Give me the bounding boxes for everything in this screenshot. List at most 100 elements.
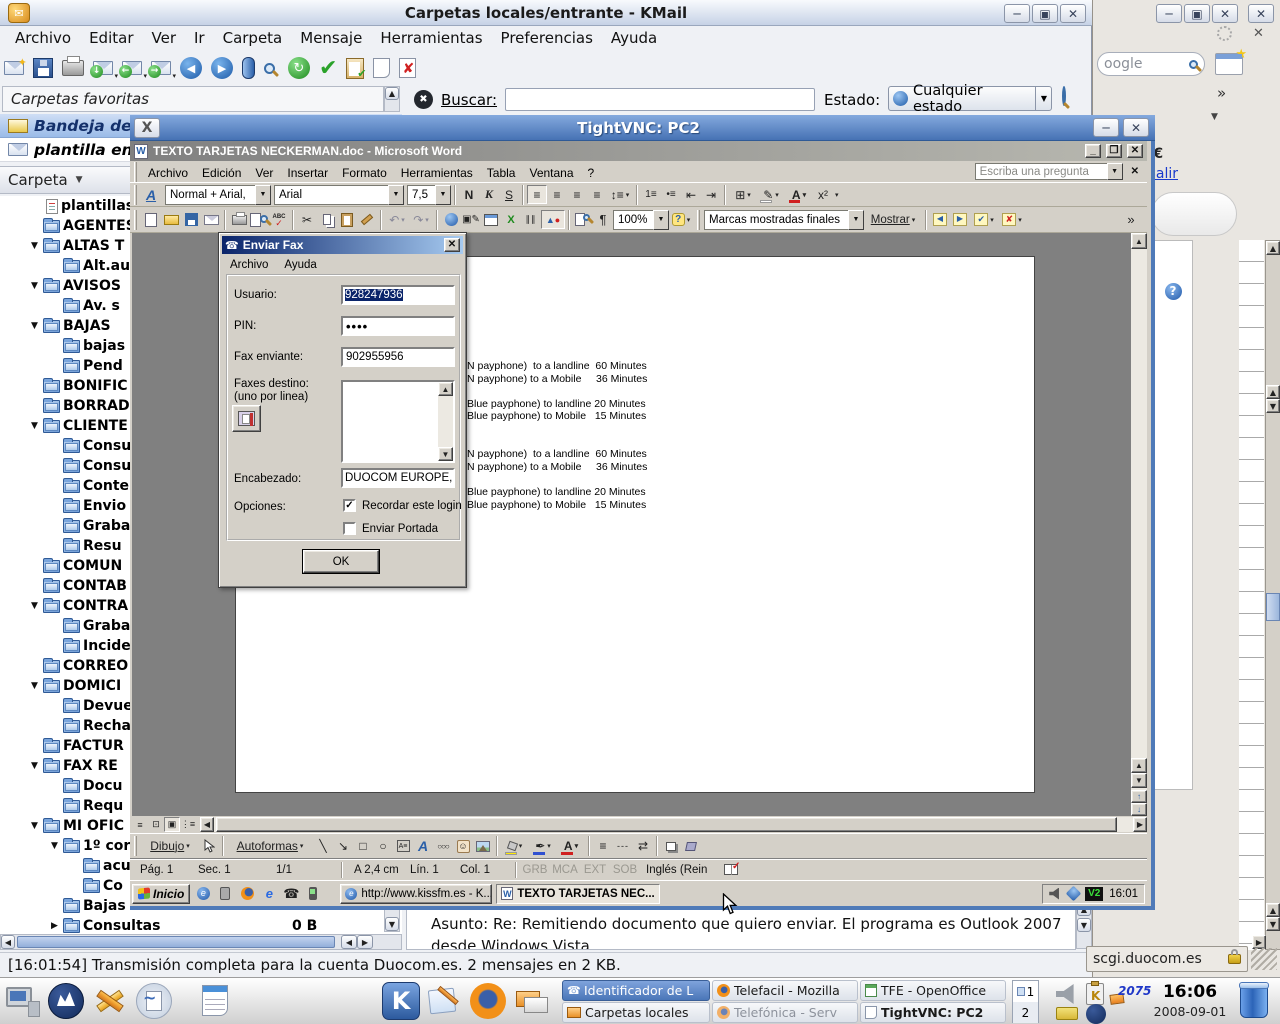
increase-indent-icon[interactable]: ⇥ (701, 185, 721, 204)
ask-question-box[interactable]: Escriba una pregunta▼ (975, 163, 1123, 180)
taskbutton-tfe[interactable]: TFE - OpenOffice (860, 980, 1006, 1001)
folder-tree-item[interactable]: ▶ Consultas 0 B (0, 916, 402, 936)
help-icon[interactable]: ? (1165, 283, 1182, 300)
taskbutton-carpetas[interactable]: Carpetas locales (562, 1002, 710, 1023)
quicklaunch-ie-icon[interactable]: e (260, 884, 278, 903)
bg-close-button[interactable]: ✕ (1212, 4, 1238, 23)
line-icon[interactable]: ╲ (313, 837, 333, 856)
bullet-list-icon[interactable]: •≡ (661, 185, 681, 204)
select-objects-icon[interactable] (199, 837, 219, 856)
hscroll-right-icon[interactable]: ▶ (1133, 817, 1147, 832)
tray-diamond-icon[interactable] (1066, 886, 1082, 902)
tray-note-icon[interactable] (1056, 1007, 1078, 1020)
align-justify-icon[interactable]: ≡ (587, 185, 607, 204)
portada-checkbox[interactable] (343, 522, 356, 535)
word-hscroll-thumb[interactable] (216, 817, 1117, 832)
toolbar-overflow-chevron[interactable]: » (1217, 84, 1226, 102)
menubar-close-icon[interactable]: ✕ (1131, 166, 1139, 177)
next-change-icon[interactable]: ▶ (950, 210, 970, 229)
help-icon[interactable]: ?▾ (669, 210, 693, 229)
vnc-tray-icon[interactable]: V2 (1085, 887, 1103, 901)
launcher-notes-icon[interactable] (426, 983, 462, 1019)
word-menu-item[interactable]: Insertar (280, 166, 335, 180)
bg-minimize-button[interactable]: ─ (1156, 4, 1182, 23)
columns-icon[interactable]: ∥∥ (521, 210, 541, 229)
font-combo[interactable]: Arial▼ (274, 185, 404, 205)
font-size-combo[interactable]: 7,5▼ (407, 185, 451, 205)
fax-titlebar[interactable]: ☎ Enviar Fax ✕ (222, 236, 463, 254)
pager-desktop-1[interactable]: 1 (1013, 981, 1038, 1002)
clipart-icon[interactable]: ☺ (453, 837, 473, 856)
taskbutton-identificador[interactable]: ☎Identificador de L (562, 980, 710, 1001)
diagram-icon[interactable]: ○○○ (433, 837, 453, 856)
new-note-icon[interactable] (373, 58, 390, 78)
menu-item[interactable]: Herramientas (371, 29, 491, 47)
kmenu-icon[interactable]: K (382, 982, 420, 1020)
taskbar-task-browser[interactable]: e http://www.kissfm.es - K... (340, 884, 492, 904)
hyperlink-icon[interactable] (441, 210, 461, 229)
print-view-icon[interactable]: ▣ (164, 817, 180, 832)
reject-change-icon[interactable]: ✘▾ (998, 210, 1026, 229)
volume-icon[interactable] (1049, 888, 1062, 900)
normal-view-icon[interactable]: ≡ (132, 817, 148, 832)
toolbar-options-icon[interactable]: » (1121, 210, 1141, 229)
word-menu-item[interactable]: Formato (335, 166, 394, 180)
address-book-button[interactable] (232, 405, 261, 432)
align-left-icon[interactable]: ≡ (527, 185, 547, 204)
copy-icon[interactable] (317, 210, 337, 229)
wordart-icon[interactable]: A (413, 837, 433, 856)
dash-style-icon[interactable]: --- (613, 837, 633, 856)
word-menu-item[interactable]: Ver (248, 166, 280, 180)
word-menu-item[interactable]: ? (581, 166, 602, 180)
launcher-firefox-icon[interactable] (470, 983, 506, 1019)
sheet-vscrollbar[interactable]: ▲ ▲ ▼ ▲ ▼ ▶ (1265, 240, 1280, 950)
vnc-minimize-button[interactable]: ─ (1093, 118, 1119, 137)
delete-icon[interactable]: ✘ (399, 58, 416, 78)
new-message-icon[interactable]: ✦ (4, 61, 24, 75)
redo-icon[interactable]: ↷▾ (409, 210, 433, 229)
print-icon[interactable] (229, 210, 249, 229)
cut-icon[interactable]: ✂ (297, 210, 317, 229)
menu-item[interactable]: Carpeta (214, 29, 292, 47)
print-preview-icon[interactable] (249, 210, 269, 229)
quicklaunch-phone-icon[interactable]: ☎ (282, 884, 300, 903)
bg2-close-button[interactable]: ✕ (1248, 4, 1274, 23)
fax-menu-item[interactable]: Ayuda (276, 259, 324, 271)
autoformas-menu[interactable]: Autoformas▾ (227, 837, 313, 856)
launcher-system-icon[interactable] (4, 983, 40, 1019)
tree-hscrollbar[interactable]: ◀ ◀ ▶ (0, 934, 402, 950)
previous-change-icon[interactable]: ◀ (930, 210, 950, 229)
quicklaunch-firefox-icon[interactable] (238, 884, 256, 903)
pager-desktop-2[interactable]: 2 (1013, 1002, 1038, 1023)
bold-icon[interactable]: N (459, 185, 479, 204)
tray-volume-icon[interactable] (1056, 984, 1078, 1004)
italic-icon[interactable]: K (479, 185, 499, 204)
usuario-input[interactable]: 928247936 (341, 285, 455, 305)
previous-message-icon[interactable]: ◀ (180, 57, 202, 79)
open-icon[interactable] (161, 210, 181, 229)
borders-icon[interactable]: ⊞▾ (729, 185, 757, 204)
menu-item[interactable]: Ir (185, 29, 214, 47)
insert-excel-icon[interactable]: X (501, 210, 521, 229)
superscript-icon[interactable]: x² (813, 185, 833, 204)
reply-icon[interactable]: ←▾ (122, 61, 142, 75)
close-button[interactable]: ✕ (1060, 4, 1086, 23)
hscroll-left-icon[interactable]: ◀ (200, 817, 214, 832)
launcher-kontact-icon[interactable] (514, 983, 550, 1019)
fax-menu-item[interactable]: Archivo (222, 259, 276, 271)
spelling-icon[interactable]: ABC✓ (269, 210, 289, 229)
search-input[interactable] (505, 88, 815, 111)
favorites-scrollbar[interactable]: ▲ (384, 86, 400, 112)
align-right-icon[interactable]: ≡ (567, 185, 587, 204)
clear-search-icon[interactable]: ✖ (414, 90, 433, 109)
save-icon[interactable] (181, 210, 201, 229)
expander-icon[interactable]: ▼ (46, 841, 63, 851)
hscroll-thumb[interactable] (17, 936, 335, 948)
mostrar-menu[interactable]: Mostrar▾ (864, 210, 922, 229)
style-combo[interactable]: Normal + Arial,▼ (165, 185, 271, 205)
undo-icon[interactable]: ↶▾ (385, 210, 409, 229)
launcher-spreadsheet-icon[interactable] (198, 983, 234, 1019)
panel-clock[interactable]: 16:06 (1152, 982, 1228, 1002)
word-vscrollbar[interactable]: ▲ ▲ ▼ ↑ ↓ (1131, 233, 1147, 816)
launcher-amarok-icon[interactable] (48, 983, 84, 1019)
